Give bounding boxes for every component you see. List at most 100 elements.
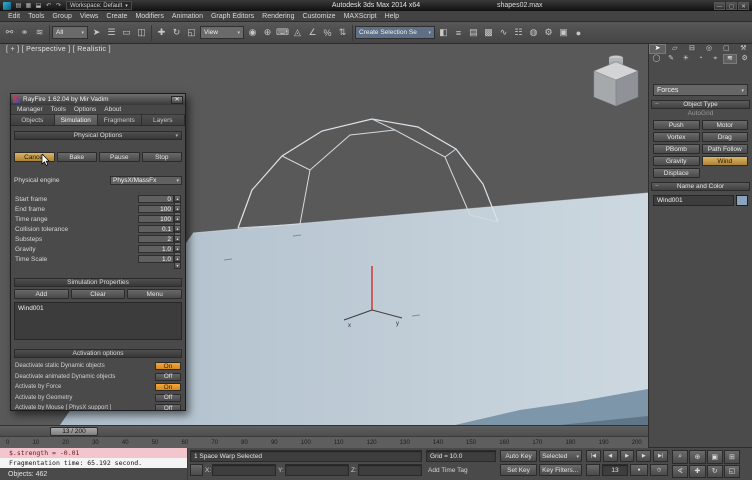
set-key-button[interactable]: Set Key (500, 464, 538, 476)
previous-frame-button[interactable]: ◀ (602, 450, 618, 462)
add-button[interactable]: Add (14, 289, 69, 299)
stop-button[interactable]: Stop (141, 152, 182, 162)
gravity-button[interactable]: Gravity (653, 156, 700, 166)
rayfire-menu-item[interactable]: Manager (13, 106, 47, 113)
rayfire-tab-fragments[interactable]: Fragments (98, 115, 142, 125)
physical-options-header[interactable]: Physical Options (14, 131, 182, 140)
selection-filter-dropdown[interactable]: All (52, 26, 88, 39)
snaps-toggle-icon[interactable]: ◬ (290, 25, 305, 40)
spinner[interactable] (174, 225, 181, 239)
minimize-button[interactable]: — (714, 1, 725, 10)
activation-toggle[interactable]: On (155, 383, 181, 392)
coordinate-field[interactable]: X: (205, 464, 276, 476)
menu-item[interactable]: Tools (24, 13, 48, 20)
graphite-ribbon-icon[interactable]: ▩ (481, 25, 496, 40)
utilities-tab-icon[interactable]: ⚒ (735, 44, 752, 54)
listener-output-line[interactable]: Fragmentation time: 65.192 second. (0, 458, 187, 468)
activation-options-header[interactable]: Activation options (14, 349, 182, 358)
param-value-field[interactable]: 1.0 (138, 245, 174, 253)
rayfire-title-bar[interactable]: RayFire 1.62.04 by Mir Vadim ✕ (11, 94, 185, 105)
lights-category-icon[interactable]: ☀ (678, 54, 693, 64)
menu-item[interactable]: Group (48, 13, 75, 20)
close-icon[interactable]: ✕ (171, 95, 183, 104)
param-value-field[interactable]: 0.1 (138, 225, 174, 233)
activation-toggle[interactable]: Off (155, 372, 181, 381)
coordinate-value[interactable] (357, 464, 422, 476)
coordinate-value[interactable] (284, 464, 349, 476)
select-by-name-icon[interactable]: ☰ (104, 25, 119, 40)
select-and-link-icon[interactable]: ⚯ (2, 25, 17, 40)
percent-snap-toggle-icon[interactable]: % (320, 25, 335, 40)
next-frame-button[interactable]: ▶ (636, 450, 652, 462)
spinner[interactable] (174, 195, 181, 209)
param-value-field[interactable]: 100 (138, 205, 174, 213)
key-filters-button[interactable]: Key Filters... (539, 464, 582, 476)
current-frame-field[interactable]: 13 (602, 464, 628, 476)
menu-item[interactable]: Create (102, 13, 131, 20)
redo-icon[interactable]: ↷ (54, 2, 63, 9)
rayfire-tab-layers[interactable]: Layers (141, 115, 185, 125)
view-cube[interactable] (590, 52, 642, 108)
3ds-max-logo-icon[interactable] (3, 1, 11, 10)
path-follow-button[interactable]: Path Follow (701, 144, 748, 154)
save-file-icon[interactable]: ⬓ (34, 2, 43, 9)
auto-key-button[interactable]: Auto Key (500, 450, 538, 462)
display-tab-icon[interactable]: ▢ (718, 44, 735, 54)
window-crossing-icon[interactable]: ◫ (134, 25, 149, 40)
menu-item[interactable]: Help (381, 13, 403, 20)
material-editor-icon[interactable]: ◍ (526, 25, 541, 40)
activation-toggle[interactable]: Off (155, 393, 181, 402)
clear-button[interactable]: Clear (70, 289, 126, 299)
rayfire-menu-item[interactable]: Tools (47, 106, 70, 113)
displace-button[interactable]: Displace (653, 168, 700, 178)
spinner-snap-toggle-icon[interactable]: ⇅ (335, 25, 350, 40)
workspace-dropdown[interactable]: Workspace: Default (66, 1, 132, 10)
select-and-rotate-icon[interactable]: ↻ (169, 25, 184, 40)
key-mode-toggle-button[interactable]: ● (630, 464, 648, 476)
create-tab-icon[interactable]: ➤ (649, 44, 667, 54)
align-icon[interactable]: ≡ (451, 25, 466, 40)
zoom-extents-all-icon[interactable]: ⊞ (723, 450, 740, 464)
activation-toggle[interactable]: Off (155, 404, 181, 410)
pause-button[interactable]: Pause (99, 152, 140, 162)
menu-item[interactable]: Modifiers (131, 13, 167, 20)
new-scene-icon[interactable]: ▤ (14, 2, 23, 9)
physical-engine-dropdown[interactable]: PhysX/MassFx (110, 176, 182, 185)
drag-button[interactable]: Drag (701, 132, 748, 142)
add-time-tag-button[interactable]: Add Time Tag (426, 467, 468, 474)
spinner[interactable] (174, 205, 181, 219)
spinner[interactable] (174, 235, 181, 249)
param-value-field[interactable]: 0 (138, 195, 174, 203)
menu-item[interactable]: Views (76, 13, 103, 20)
viewport-label[interactable]: [ + ] [ Perspective ] [ Realistic ] (6, 46, 111, 53)
activation-toggle[interactable]: On (155, 362, 181, 371)
rayfire-menu-item[interactable]: Options (70, 106, 100, 113)
object-name-field[interactable]: Wind001 (653, 195, 734, 206)
undo-icon[interactable]: ↶ (44, 2, 53, 9)
pan-view-icon[interactable]: ✚ (689, 464, 706, 478)
select-and-manipulate-icon[interactable]: ⊕ (260, 25, 275, 40)
render-production-icon[interactable]: ● (571, 25, 586, 40)
wind-button[interactable]: Wind (701, 156, 748, 166)
motion-tab-icon[interactable]: ◎ (701, 44, 718, 54)
spinner[interactable] (174, 215, 181, 229)
simulation-objects-list[interactable]: Wind001 (14, 302, 182, 340)
shapes-category-icon[interactable]: ✎ (664, 54, 679, 64)
systems-category-icon[interactable]: ⚙ (737, 54, 752, 64)
menu-item[interactable]: Customize (298, 13, 339, 20)
go-to-end-button[interactable]: ▶| (653, 450, 668, 462)
time-configuration-button[interactable]: ◷ (650, 464, 668, 476)
maxscript-mini-listener[interactable]: $.strength = -0.01 Fragmentation time: 6… (0, 448, 188, 480)
layer-manager-icon[interactable]: ▤ (466, 25, 481, 40)
select-and-scale-icon[interactable]: ◱ (184, 25, 199, 40)
coordinate-field[interactable]: Y: (278, 464, 349, 476)
rayfire-menu-item[interactable]: About (100, 106, 125, 113)
selection-lock-toggle[interactable] (190, 464, 203, 476)
maximize-viewport-toggle-icon[interactable]: ◱ (723, 464, 740, 478)
perspective-viewport[interactable]: [ + ] [ Perspective ] [ Realistic ] x y … (0, 44, 648, 425)
bake-button[interactable]: Bake (56, 152, 97, 162)
select-object-icon[interactable]: ➤ (89, 25, 104, 40)
named-selection-set-dropdown[interactable]: Create Selection Se (355, 26, 435, 39)
menu-item[interactable]: MAXScript (340, 13, 381, 20)
menu-item[interactable]: Edit (4, 13, 24, 20)
